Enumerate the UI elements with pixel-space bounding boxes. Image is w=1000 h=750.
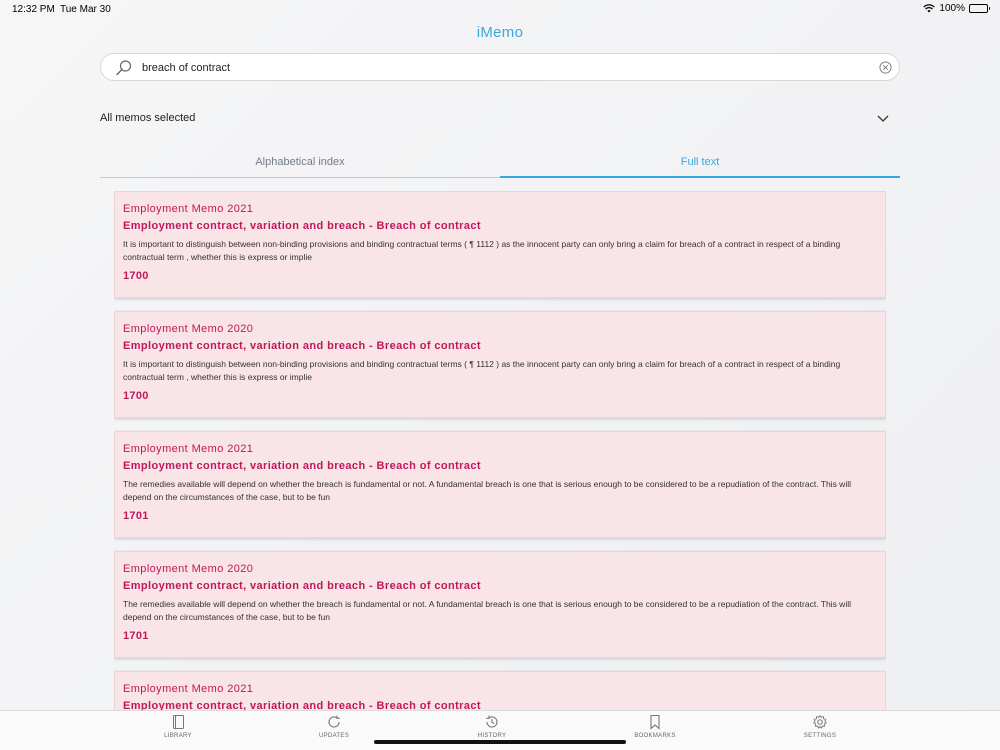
result-card[interactable]: Employment Memo 2021 Employment contract…	[114, 431, 886, 538]
result-paragraph-number: 1701	[123, 510, 149, 522]
result-card[interactable]: Employment Memo 2020 Employment contract…	[114, 551, 886, 658]
result-card[interactable]: Employment Memo 2020 Employment contract…	[114, 311, 886, 418]
clear-icon[interactable]	[879, 61, 892, 74]
result-excerpt: The remedies available will depend on wh…	[123, 599, 851, 622]
status-bar: 12:32 PM Tue Mar 30 100%	[0, 0, 1000, 18]
bookmarks-icon	[650, 714, 660, 730]
battery-icon	[969, 4, 990, 13]
tab-bar-updates[interactable]: UPDATES	[294, 714, 374, 739]
result-memo-title: Employment Memo 2020	[123, 323, 254, 335]
result-excerpt: It is important to distinguish between n…	[123, 359, 841, 382]
result-heading: Employment contract, variation and breac…	[123, 460, 481, 472]
result-excerpt: The remedies available will depend on wh…	[123, 479, 851, 502]
tab-full-text[interactable]: Full text	[500, 150, 900, 178]
history-icon	[486, 715, 498, 728]
app-screen: 12:32 PM Tue Mar 30 100% iMemo breach of…	[0, 0, 1000, 750]
library-icon	[173, 715, 184, 729]
status-date: Tue Mar 30	[60, 4, 111, 15]
status-indicators: 100%	[923, 3, 990, 14]
bottom-tab-bar: LIBRARY UPDATES HISTORY BOOKMARKS SETTIN…	[0, 710, 1000, 750]
result-heading: Employment contract, variation and breac…	[123, 340, 481, 352]
result-card[interactable]: Employment Memo 2021 Employment contract…	[114, 191, 886, 298]
result-card[interactable]: Employment Memo 2021 Employment contract…	[114, 671, 886, 710]
tab-bar-label: UPDATES	[319, 733, 349, 739]
tab-bar-label: BOOKMARKS	[634, 733, 676, 739]
chevron-down-icon[interactable]	[876, 111, 890, 125]
status-time: 12:32 PM	[12, 4, 55, 15]
tab-bar-label: LIBRARY	[164, 733, 192, 739]
tab-bar-label: HISTORY	[477, 733, 507, 739]
result-heading: Employment contract, variation and breac…	[123, 580, 481, 592]
tab-bar-bookmarks[interactable]: BOOKMARKS	[615, 714, 695, 739]
wifi-icon	[923, 4, 936, 13]
search-icon	[116, 60, 132, 76]
result-paragraph-number: 1700	[123, 270, 149, 282]
result-memo-title: Employment Memo 2021	[123, 683, 254, 695]
memo-selector[interactable]: All memos selected	[100, 108, 900, 130]
updates-icon	[328, 715, 340, 728]
home-indicator	[374, 740, 626, 744]
result-heading: Employment contract, variation and breac…	[123, 220, 481, 232]
app-title: iMemo	[476, 24, 524, 41]
tab-bar-label: SETTINGS	[803, 733, 837, 739]
search-input[interactable]: breach of contract	[142, 62, 230, 74]
result-paragraph-number: 1700	[123, 390, 149, 402]
result-excerpt: It is important to distinguish between n…	[123, 239, 841, 262]
result-heading: Employment contract, variation and breac…	[123, 700, 481, 710]
results-list: Employment Memo 2021 Employment contract…	[114, 191, 886, 710]
memo-selector-label: All memos selected	[100, 112, 196, 124]
tab-bar-library[interactable]: LIBRARY	[138, 714, 218, 739]
tab-alphabetical-index[interactable]: Alphabetical index	[100, 150, 500, 178]
result-memo-title: Employment Memo 2021	[123, 443, 254, 455]
tab-bar-history[interactable]: HISTORY	[452, 714, 532, 739]
search-mode-tabs: Alphabetical index Full text	[100, 150, 900, 178]
search-bar[interactable]: breach of contract	[100, 53, 900, 81]
battery-percent: 100%	[939, 3, 965, 14]
result-memo-title: Employment Memo 2021	[123, 203, 254, 215]
tab-bar-settings[interactable]: SETTINGS	[780, 714, 860, 739]
result-memo-title: Employment Memo 2020	[123, 563, 254, 575]
result-paragraph-number: 1701	[123, 630, 149, 642]
settings-icon	[812, 714, 828, 729]
